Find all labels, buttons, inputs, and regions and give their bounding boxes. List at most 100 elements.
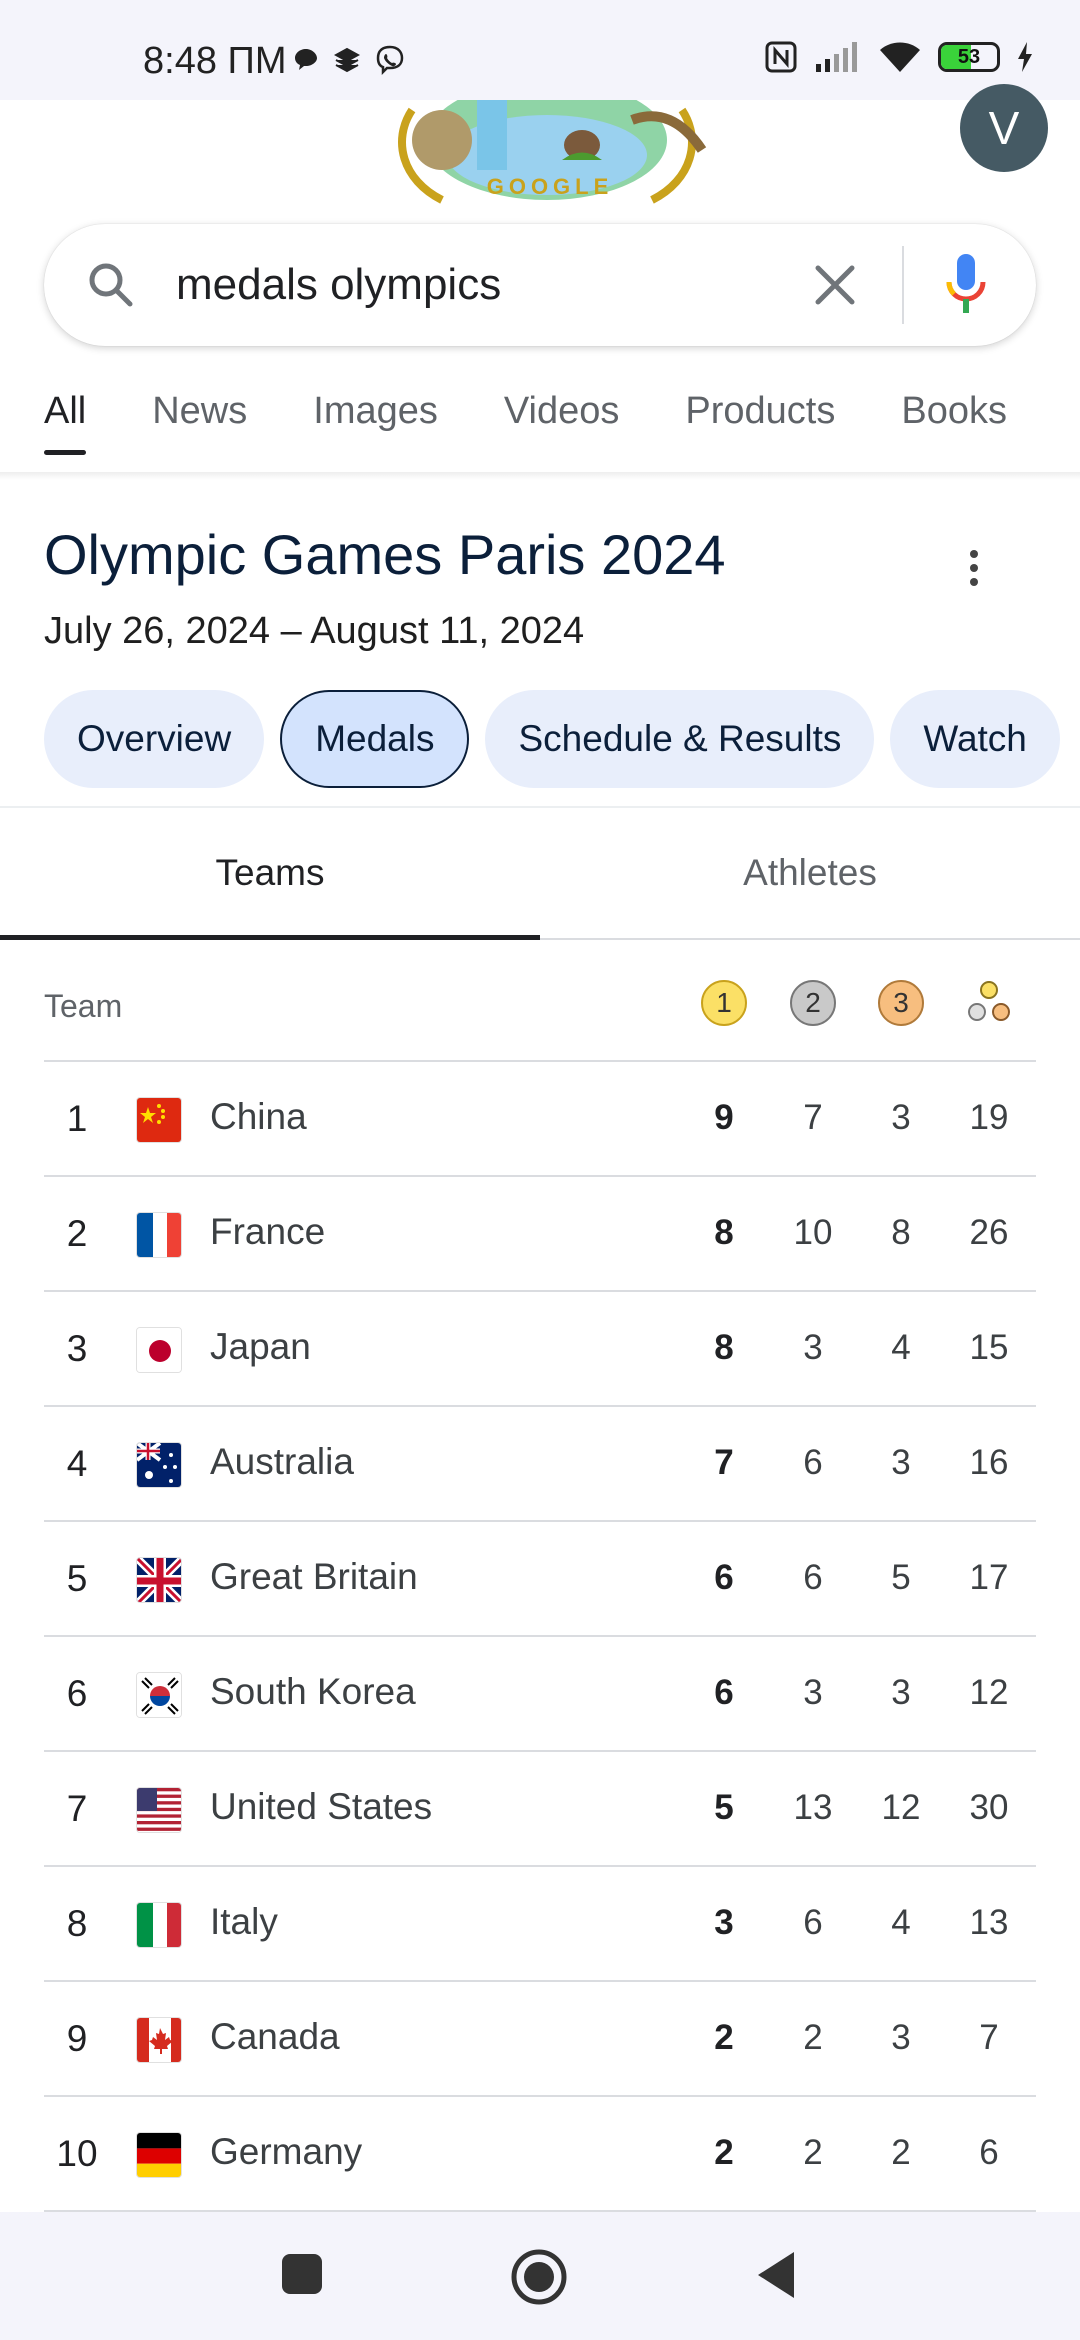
- table-row[interactable]: 3 Japan 8 3 4 15: [44, 1292, 1036, 1407]
- row-gold-count: 7: [714, 1443, 734, 1482]
- row-rank: 7: [66, 1788, 88, 1829]
- row-rank: 9: [66, 2018, 88, 2059]
- row-silver-count: 3: [803, 1673, 823, 1712]
- row-total-count: 13: [969, 1903, 1009, 1942]
- japan-flag-icon: [136, 1327, 182, 1373]
- row-country: South Korea: [210, 1671, 416, 1712]
- subtab-teams[interactable]: Teams: [0, 808, 540, 940]
- table-row[interactable]: 7 United States 5 13 12 30: [44, 1752, 1036, 1867]
- row-total-count: 16: [969, 1443, 1009, 1482]
- row-rank: 5: [66, 1558, 88, 1599]
- row-gold-count: 8: [714, 1213, 734, 1252]
- row-silver-count: 7: [803, 1098, 823, 1137]
- tab-news[interactable]: News: [152, 390, 247, 455]
- france-flag-icon: [136, 1212, 182, 1258]
- team-column-header: Team: [44, 988, 123, 1024]
- gold-medal-icon: 1: [701, 980, 747, 1026]
- chip-schedule-results[interactable]: Schedule & Results: [485, 690, 875, 788]
- row-gold-count: 6: [714, 1673, 734, 1712]
- row-silver-count: 6: [803, 1558, 823, 1597]
- event-dates: July 26, 2024 – August 11, 2024: [44, 610, 585, 652]
- medal-subtabs: Teams Athletes: [0, 808, 1080, 940]
- voice-search-icon[interactable]: [944, 252, 988, 318]
- medal-table: 1 China 9 7 3 19 2 France 8 10 8 26 3 Japan 8 3 4 15 4 Aust…: [44, 1062, 1036, 2212]
- tab-all[interactable]: All: [44, 390, 87, 455]
- united-states-flag-icon: [136, 1787, 182, 1833]
- tab-products[interactable]: Products: [685, 390, 835, 455]
- chip-medals[interactable]: Medals: [280, 690, 470, 788]
- search-icon: [89, 263, 133, 307]
- row-bronze-count: 3: [891, 1098, 911, 1137]
- row-bronze-count: 3: [891, 2018, 911, 2057]
- row-total-count: 12: [969, 1673, 1009, 1712]
- australia-flag-icon: [136, 1442, 182, 1488]
- row-country: Germany: [210, 2131, 363, 2172]
- row-country: France: [210, 1211, 326, 1252]
- table-row[interactable]: 1 China 9 7 3 19: [44, 1062, 1036, 1177]
- row-silver-count: 3: [803, 1328, 823, 1367]
- canada-flag-icon: [136, 2017, 182, 2063]
- table-row[interactable]: 6 South Korea 6 3 3 12: [44, 1637, 1036, 1752]
- search-box[interactable]: medals olympics: [44, 224, 1036, 346]
- chip-overview[interactable]: Overview: [44, 690, 265, 788]
- row-total-count: 19: [969, 1098, 1009, 1137]
- tab-books[interactable]: Books: [901, 390, 1007, 455]
- more-options-icon[interactable]: [964, 548, 984, 588]
- subtab-athletes[interactable]: Athletes: [540, 808, 1080, 938]
- great-britain-flag-icon: [136, 1557, 182, 1603]
- row-total-count: 6: [979, 2133, 999, 2172]
- layers-notification-icon: [334, 47, 360, 73]
- viber-notification-icon: [376, 45, 404, 76]
- table-row[interactable]: 10 Germany 2 2 2 6: [44, 2097, 1036, 2212]
- clear-search-icon[interactable]: [810, 260, 860, 310]
- row-gold-count: 8: [714, 1328, 734, 1367]
- search-input[interactable]: medals olympics: [176, 260, 501, 310]
- row-silver-count: 6: [803, 1903, 823, 1942]
- navigation-bar: [0, 2212, 1080, 2340]
- nfc-icon: [765, 41, 797, 73]
- row-total-count: 15: [969, 1328, 1009, 1367]
- row-country: Great Britain: [210, 1556, 418, 1597]
- chip-watch[interactable]: Watch: [890, 690, 1060, 788]
- chat-notification-icon: [295, 49, 317, 70]
- home-button[interactable]: [510, 2248, 568, 2306]
- row-rank: 3: [66, 1328, 88, 1369]
- row-country: Canada: [210, 2016, 340, 2057]
- row-total-count: 7: [979, 2018, 999, 2057]
- event-title: Olympic Games Paris 2024: [44, 523, 726, 586]
- row-gold-count: 9: [714, 1098, 734, 1137]
- google-doodle[interactable]: GOOGLE: [382, 80, 712, 204]
- row-rank: 4: [66, 1443, 88, 1484]
- row-rank: 1: [66, 1098, 88, 1139]
- tab-videos[interactable]: Videos: [504, 390, 620, 455]
- recents-button[interactable]: [280, 2252, 324, 2296]
- row-gold-count: 2: [714, 2133, 734, 2172]
- tab-images[interactable]: Images: [313, 390, 438, 455]
- back-button[interactable]: [756, 2250, 796, 2300]
- row-country: United States: [210, 1786, 433, 1827]
- row-gold-count: 6: [714, 1558, 734, 1597]
- doodle-text: GOOGLE: [486, 174, 614, 199]
- silver-medal-icon: 2: [790, 980, 836, 1026]
- row-silver-count: 10: [793, 1213, 833, 1252]
- row-bronze-count: 12: [881, 1788, 921, 1827]
- row-rank: 8: [66, 1903, 88, 1944]
- row-gold-count: 5: [714, 1788, 734, 1827]
- row-gold-count: 2: [714, 2018, 734, 2057]
- table-row[interactable]: 9 Canada 2 2 3 7: [44, 1982, 1036, 2097]
- status-time: 8:48 ПМ: [143, 40, 287, 82]
- table-row[interactable]: 4 Australia 7 6 3 16: [44, 1407, 1036, 1522]
- row-bronze-count: 5: [891, 1558, 911, 1597]
- south-korea-flag-icon: [136, 1672, 182, 1718]
- row-silver-count: 13: [793, 1788, 833, 1827]
- table-row[interactable]: 5 Great Britain 6 6 5 17: [44, 1522, 1036, 1637]
- row-bronze-count: 4: [891, 1328, 911, 1367]
- medal-table-header: Team 1 2 3: [44, 940, 1036, 1062]
- total-medals-icon: [968, 981, 1010, 1021]
- row-bronze-count: 8: [891, 1213, 911, 1252]
- table-row[interactable]: 2 France 8 10 8 26: [44, 1177, 1036, 1292]
- account-avatar[interactable]: V: [960, 84, 1048, 172]
- row-total-count: 26: [969, 1213, 1009, 1252]
- table-row[interactable]: 8 Italy 3 6 4 13: [44, 1867, 1036, 1982]
- battery-percent: 53: [957, 45, 981, 68]
